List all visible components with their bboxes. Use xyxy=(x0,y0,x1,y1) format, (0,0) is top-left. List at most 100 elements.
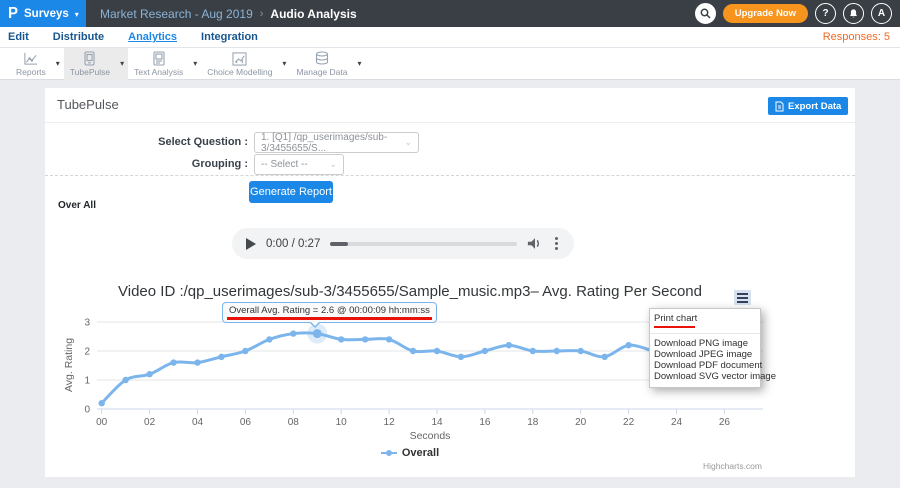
top-bar: P Surveys ▾ Market Research - Aug 2019 ›… xyxy=(0,0,900,27)
choice-modelling-icon xyxy=(232,52,247,66)
red-annotation-underline xyxy=(654,326,695,328)
nav-integration[interactable]: Integration xyxy=(201,31,258,43)
data-point[interactable] xyxy=(506,342,512,348)
toolbar-reports[interactable]: Reports ▾ xyxy=(10,48,64,80)
data-point[interactable] xyxy=(482,348,488,354)
menu-download-jpeg[interactable]: Download JPEG image xyxy=(650,349,760,360)
nav-analytics[interactable]: Analytics xyxy=(128,31,177,43)
x-tick-label: 12 xyxy=(384,417,396,428)
breadcrumb-current: Audio Analysis xyxy=(270,7,356,21)
toolbar-text-analysis[interactable]: Text Analysis ▾ xyxy=(128,48,201,80)
play-button-icon[interactable] xyxy=(246,238,256,250)
data-point[interactable] xyxy=(99,400,105,406)
data-point[interactable] xyxy=(122,377,128,383)
y-tick-label: 2 xyxy=(84,347,90,358)
series-line xyxy=(102,333,653,403)
menu-download-png[interactable]: Download PNG image xyxy=(650,338,760,349)
legend-overall[interactable]: Overall xyxy=(50,447,770,459)
caret-down-icon: ▾ xyxy=(193,59,197,68)
toolbar-choice-modelling[interactable]: Choice Modelling ▾ xyxy=(201,48,290,80)
menu-print-chart[interactable]: Print chart xyxy=(650,313,760,324)
nav-distribute[interactable]: Distribute xyxy=(53,31,104,43)
data-point[interactable] xyxy=(338,336,344,342)
breadcrumb-parent[interactable]: Market Research - Aug 2019 xyxy=(100,7,253,21)
export-file-icon xyxy=(775,101,784,112)
data-point[interactable] xyxy=(578,348,584,354)
toolbar-manage-data[interactable]: Manage Data ▾ xyxy=(290,48,365,80)
chart-context-button[interactable] xyxy=(734,290,751,305)
player-time: 0:00 / 0:27 xyxy=(266,238,320,250)
analytics-toolbar: Reports ▾ TubePulse ▾ Text Analysis ▾ Ch… xyxy=(0,48,900,80)
rating-chart: Video ID :/qp_userimages/sub-3/3455655/S… xyxy=(50,278,770,473)
x-tick-label: 14 xyxy=(431,417,443,428)
upgrade-now-button[interactable]: Upgrade Now xyxy=(723,4,808,23)
menu-download-pdf[interactable]: Download PDF document xyxy=(650,360,760,371)
notifications-button[interactable] xyxy=(843,3,864,24)
data-point[interactable] xyxy=(266,336,272,342)
nav-edit[interactable]: Edit xyxy=(8,31,29,43)
data-point[interactable] xyxy=(194,359,200,365)
product-name: Surveys xyxy=(24,8,69,20)
data-point[interactable] xyxy=(146,371,152,377)
select-question-dropdown[interactable]: 1. [Q1] /qp_userimages/sub-3/3455655/S..… xyxy=(254,132,419,153)
divider xyxy=(45,122,855,123)
x-tick-label: 04 xyxy=(192,417,204,428)
search-button[interactable] xyxy=(695,3,716,24)
data-point[interactable] xyxy=(362,336,368,342)
bell-icon xyxy=(848,8,859,19)
avatar[interactable]: A xyxy=(871,3,892,24)
x-tick-label: 24 xyxy=(671,417,683,428)
data-point[interactable] xyxy=(242,348,248,354)
audio-player[interactable]: 0:00 / 0:27 xyxy=(232,228,574,259)
toolbar-tubepulse[interactable]: TubePulse ▾ xyxy=(64,48,128,80)
chart-context-menu: Print chart Download PNG image Download … xyxy=(649,308,761,388)
responses-count[interactable]: Responses: 5 xyxy=(823,31,890,43)
generate-report-button[interactable]: Generate Report xyxy=(249,181,333,203)
data-point[interactable] xyxy=(554,348,560,354)
x-tick-label: 10 xyxy=(336,417,348,428)
player-menu-button[interactable] xyxy=(553,235,560,252)
y-tick-label: 3 xyxy=(84,318,90,329)
data-point[interactable] xyxy=(313,329,322,338)
search-icon xyxy=(700,8,711,19)
red-annotation-line xyxy=(227,317,432,320)
data-point[interactable] xyxy=(458,354,464,360)
surveys-menu[interactable]: P Surveys ▾ xyxy=(0,0,86,27)
menu-divider xyxy=(650,333,760,334)
highcharts-credits[interactable]: Highcharts.com xyxy=(703,461,762,471)
y-tick-label: 0 xyxy=(84,405,90,416)
breadcrumb-separator-icon: › xyxy=(260,8,264,20)
data-point[interactable] xyxy=(218,354,224,360)
section-nav: Edit Distribute Analytics Integration Re… xyxy=(0,27,900,48)
x-tick-label: 16 xyxy=(479,417,491,428)
data-point[interactable] xyxy=(386,336,392,342)
breadcrumb: Market Research - Aug 2019 › Audio Analy… xyxy=(100,7,357,21)
grouping-dropdown[interactable]: -- Select -- ⌄ xyxy=(254,154,344,175)
volume-icon[interactable] xyxy=(527,237,543,250)
questionpro-logo-icon: P xyxy=(8,6,18,22)
x-tick-label: 08 xyxy=(288,417,300,428)
data-point[interactable] xyxy=(434,348,440,354)
data-point[interactable] xyxy=(530,348,536,354)
export-data-button[interactable]: Export Data xyxy=(768,97,848,115)
x-tick-label: 02 xyxy=(144,417,156,428)
data-point[interactable] xyxy=(170,359,176,365)
legend-marker-icon xyxy=(381,449,397,457)
data-point[interactable] xyxy=(290,330,296,336)
caret-down-icon: ▾ xyxy=(75,10,79,19)
chart-title: Video ID :/qp_userimages/sub-3/3455655/S… xyxy=(50,283,770,300)
data-point[interactable] xyxy=(410,348,416,354)
x-tick-label: 06 xyxy=(240,417,252,428)
x-axis-title: Seconds xyxy=(410,430,451,442)
help-button[interactable]: ? xyxy=(815,3,836,24)
caret-down-icon: ▾ xyxy=(120,59,124,68)
caret-down-icon: ▾ xyxy=(282,59,286,68)
data-point[interactable] xyxy=(625,342,631,348)
data-point[interactable] xyxy=(601,354,607,360)
chart-tooltip: Overall Avg. Rating = 2.6 @ 00:00:09 hh:… xyxy=(222,302,437,323)
seek-slider[interactable] xyxy=(330,242,517,246)
y-axis-title: Avg. Rating xyxy=(63,338,75,392)
menu-download-svg[interactable]: Download SVG vector image xyxy=(650,371,760,382)
chevron-down-icon: ⌄ xyxy=(329,159,337,170)
x-tick-label: 22 xyxy=(623,417,635,428)
